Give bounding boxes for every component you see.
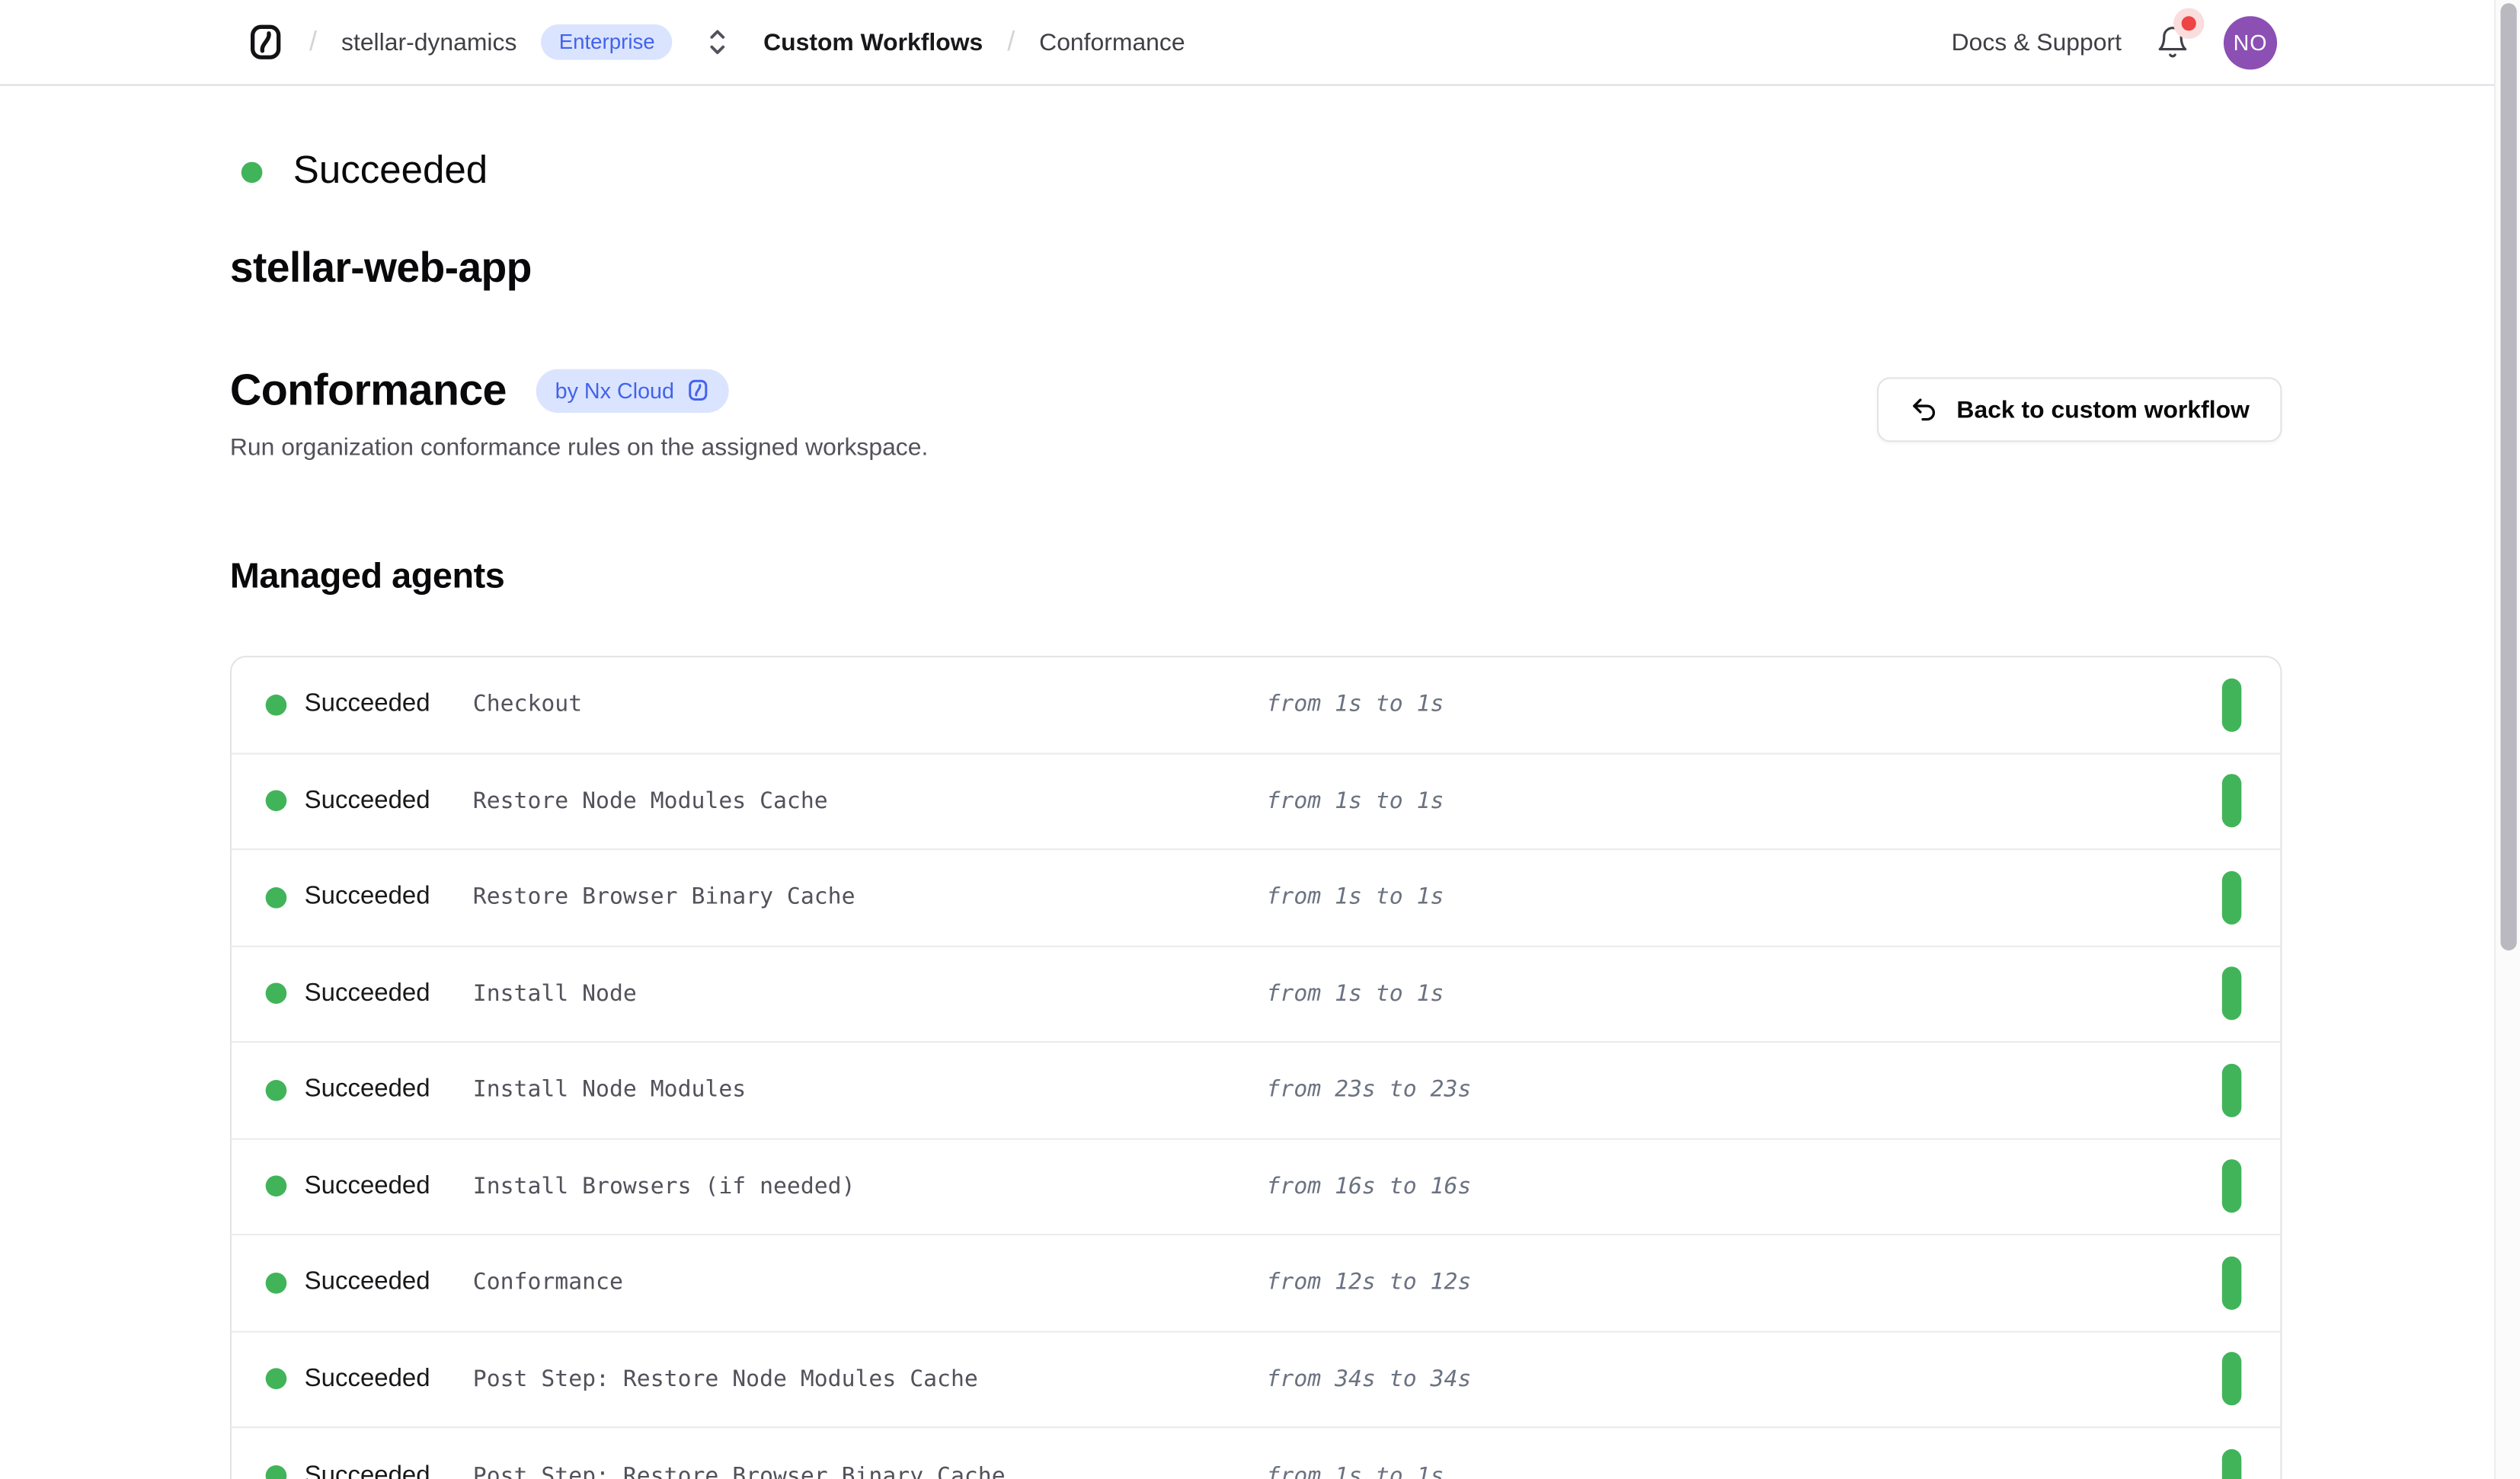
step-time-range: from 1s to 1s [1267,692,2222,717]
breadcrumb: / stellar-dynamics Enterprise Custom Wor… [246,23,1185,62]
step-row[interactable]: Succeeded Restore Browser Binary Cache f… [232,850,2280,946]
step-row[interactable]: Succeeded Conformance from 12s to 12s [232,1235,2280,1331]
step-status-label: Succeeded [305,979,430,1008]
step-duration-bar [2222,1063,2242,1116]
step-name: Conformance [473,1270,1267,1295]
step-name: Post Step: Restore Browser Binary Cache [473,1463,1267,1479]
notifications-button[interactable] [2156,24,2190,60]
step-row[interactable]: Succeeded Post Step: Restore Browser Bin… [232,1428,2280,1479]
step-duration-bar [2222,967,2242,1021]
by-nx-cloud-badge[interactable]: by Nx Cloud [536,369,729,412]
step-status: Succeeded [266,979,473,1008]
workflow-header-left: Conformance by Nx Cloud Run organization… [230,364,928,462]
step-status-label: Succeeded [305,883,430,912]
step-name: Restore Node Modules Cache [473,788,1267,814]
enterprise-badge: Enterprise [541,24,673,60]
success-dot-icon [266,886,287,908]
step-name: Checkout [473,692,1267,717]
step-duration-bar [2222,1353,2242,1406]
step-row[interactable]: Succeeded Restore Node Modules Cache fro… [232,754,2280,850]
step-time-range: from 16s to 16s [1267,1174,2222,1199]
avatar[interactable]: NO [2224,15,2277,69]
step-duration-bar [2222,678,2242,731]
managed-agents-list: Succeeded Checkout from 1s to 1s Succeed… [230,656,2282,1479]
step-status: Succeeded [266,883,473,912]
breadcrumb-page: Conformance [1039,28,1185,56]
step-name: Post Step: Restore Node Modules Cache [473,1366,1267,1392]
step-name: Install Browsers (if needed) [473,1174,1267,1199]
workflow-header: Conformance by Nx Cloud Run organization… [230,364,2282,462]
success-dot-icon [266,1272,287,1293]
step-duration-bar [2222,1449,2242,1479]
page: / stellar-dynamics Enterprise Custom Wor… [0,0,2520,1479]
success-dot-icon [266,983,287,1005]
top-nav: / stellar-dynamics Enterprise Custom Wor… [0,0,2520,86]
by-nx-cloud-label: by Nx Cloud [555,378,674,402]
success-dot-icon [241,161,263,183]
managed-agents-heading: Managed agents [230,555,2282,597]
run-status: Succeeded [230,149,2282,195]
workspace-switcher-icon[interactable] [707,27,730,56]
step-status: Succeeded [266,787,473,816]
step-time-range: from 34s to 34s [1267,1366,2222,1392]
step-name: Restore Browser Binary Cache [473,884,1267,910]
step-status-label: Succeeded [305,787,430,816]
docs-support-link[interactable]: Docs & Support [1952,28,2122,56]
breadcrumb-section[interactable]: Custom Workflows [763,28,983,56]
step-time-range: from 1s to 1s [1267,981,2222,1007]
step-name: Install Node [473,981,1267,1007]
success-dot-icon [266,791,287,812]
back-to-custom-workflow-button[interactable]: Back to custom workflow [1877,377,2282,442]
step-status: Succeeded [266,1075,473,1104]
success-dot-icon [266,695,287,716]
step-time-range: from 1s to 1s [1267,884,2222,910]
step-row[interactable]: Succeeded Install Browsers (if needed) f… [232,1139,2280,1235]
step-status: Succeeded [266,690,473,719]
undo-arrow-icon [1910,395,1939,424]
workflow-description: Run organization conformance rules on th… [230,436,928,462]
step-duration-bar [2222,1160,2242,1213]
back-button-label: Back to custom workflow [1956,396,2250,423]
main-content: Succeeded stellar-web-app Conformance by… [0,149,2520,1479]
success-dot-icon [266,1176,287,1197]
nx-logo-icon[interactable] [246,23,285,62]
step-duration-bar [2222,870,2242,924]
step-row[interactable]: Succeeded Install Node Modules from 23s … [232,1043,2280,1139]
run-status-label: Succeeded [293,149,488,195]
scrollbar-thumb[interactable] [2499,3,2515,950]
unread-notification-dot [2182,16,2196,30]
success-dot-icon [266,1369,287,1390]
step-row[interactable]: Succeeded Install Node from 1s to 1s [232,947,2280,1043]
step-row[interactable]: Succeeded Post Step: Restore Node Module… [232,1332,2280,1428]
vertical-scrollbar[interactable] [2494,0,2520,1479]
step-duration-bar [2222,1256,2242,1309]
step-status-label: Succeeded [305,1172,430,1201]
step-time-range: from 1s to 1s [1267,788,2222,814]
breadcrumb-separator: / [1007,26,1015,59]
step-time-range: from 1s to 1s [1267,1463,2222,1479]
breadcrumb-separator: / [309,26,317,59]
success-dot-icon [266,1079,287,1100]
step-status-label: Succeeded [305,1268,430,1297]
step-status-label: Succeeded [305,1461,430,1479]
step-status-label: Succeeded [305,1365,430,1394]
step-status-label: Succeeded [305,1075,430,1104]
workspace-title: stellar-web-app [230,243,2282,293]
step-status-label: Succeeded [305,690,430,719]
step-status: Succeeded [266,1365,473,1394]
step-status: Succeeded [266,1268,473,1297]
nx-logo-small-icon [687,379,710,401]
workflow-title: Conformance [230,364,507,416]
step-row[interactable]: Succeeded Checkout from 1s to 1s [232,657,2280,753]
step-status: Succeeded [266,1172,473,1201]
step-name: Install Node Modules [473,1077,1267,1103]
success-dot-icon [266,1466,287,1479]
step-time-range: from 23s to 23s [1267,1077,2222,1103]
step-duration-bar [2222,775,2242,828]
step-time-range: from 12s to 12s [1267,1270,2222,1295]
nav-actions: Docs & Support NO [1952,15,2277,69]
breadcrumb-org[interactable]: stellar-dynamics [341,28,516,56]
step-status: Succeeded [266,1461,473,1479]
